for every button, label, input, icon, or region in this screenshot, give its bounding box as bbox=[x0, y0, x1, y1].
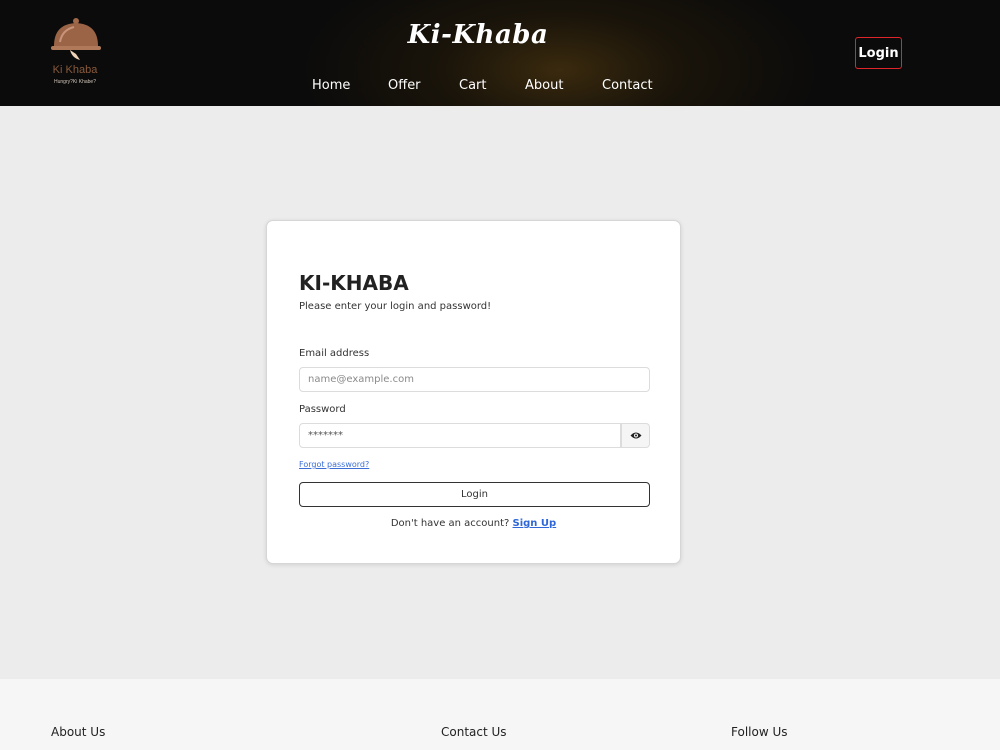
card-subtitle: Please enter your login and password! bbox=[299, 301, 492, 312]
brand-title: Ki-Khaba bbox=[407, 20, 549, 50]
nav-cart[interactable]: Cart bbox=[459, 78, 487, 93]
cloche-icon bbox=[51, 18, 101, 60]
login-card: KI-KHABA Please enter your login and pas… bbox=[266, 220, 681, 564]
card-title: KI-KHABA bbox=[299, 271, 409, 295]
nav-offer[interactable]: Offer bbox=[388, 78, 421, 93]
footer-follow-heading: Follow Us bbox=[731, 725, 788, 739]
signup-row: Don't have an account? Sign Up bbox=[267, 518, 680, 529]
signup-link[interactable]: Sign Up bbox=[513, 518, 557, 529]
logo-name: Ki Khaba bbox=[52, 64, 98, 76]
login-submit-button[interactable]: Login bbox=[299, 482, 650, 507]
nav-about[interactable]: About bbox=[525, 78, 563, 93]
toggle-password-button[interactable] bbox=[621, 423, 650, 448]
nav-home[interactable]: Home bbox=[312, 78, 350, 93]
eye-icon bbox=[630, 432, 641, 439]
nav-contact[interactable]: Contact bbox=[602, 78, 653, 93]
footer-contact-heading: Contact Us bbox=[441, 725, 507, 739]
email-input[interactable] bbox=[299, 367, 650, 392]
logo-tagline: Hungry?Ki Khabe? bbox=[54, 79, 96, 85]
site-footer: About Us Contact Us Follow Us bbox=[0, 679, 1000, 750]
header-login-button[interactable]: Login bbox=[855, 37, 902, 69]
password-label: Password bbox=[299, 404, 346, 415]
footer-about-heading: About Us bbox=[51, 725, 106, 739]
email-label: Email address bbox=[299, 348, 370, 359]
site-header: Ki Khaba Hungry?Ki Khabe? Ki-Khaba Home … bbox=[0, 0, 1000, 106]
forgot-password-link[interactable]: Forgot password? bbox=[299, 460, 369, 469]
logo[interactable]: Ki Khaba Hungry?Ki Khabe? bbox=[44, 16, 108, 88]
signup-prompt: Don't have an account? bbox=[390, 518, 510, 529]
password-input[interactable] bbox=[299, 423, 621, 448]
